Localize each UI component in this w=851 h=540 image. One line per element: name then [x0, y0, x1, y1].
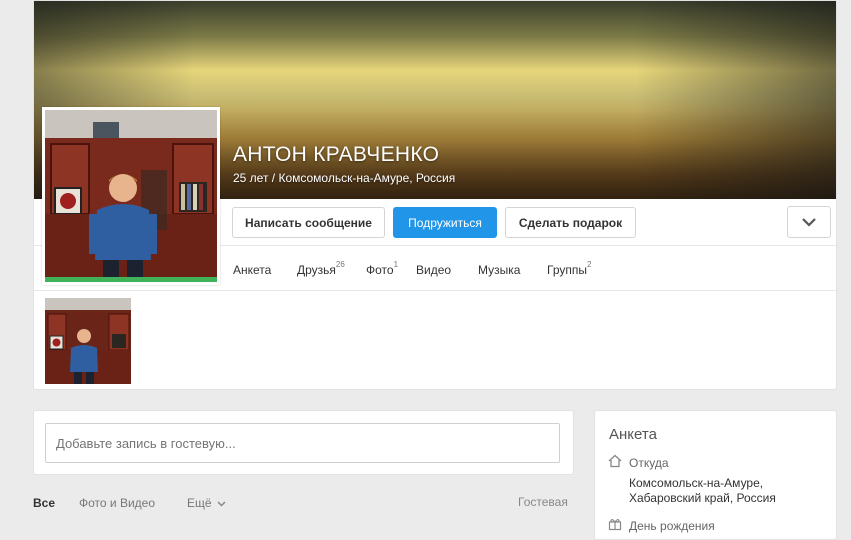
send-gift-button[interactable]: Сделать подарок [505, 207, 636, 238]
photos-count: 1 [393, 260, 399, 269]
chevron-down-icon [802, 218, 816, 227]
feed-tab-photo-video[interactable]: Фото и Видео [79, 496, 155, 510]
from-label: Откуда [629, 456, 669, 470]
guestbook-label[interactable]: Гостевая [518, 495, 568, 509]
birthday-label: День рождения [629, 519, 715, 533]
nav-item-friends[interactable]: Друзья26 [297, 260, 345, 277]
thumbnail-photo [45, 298, 131, 384]
home-icon [608, 454, 622, 468]
add-friend-button[interactable]: Подружиться [393, 207, 497, 238]
chevron-down-icon [217, 501, 226, 507]
feed-tab-all[interactable]: Все [33, 496, 55, 510]
profile-name: АНТОН КРАВЧЕНКО [233, 143, 440, 166]
nav-item-music[interactable]: Музыка [478, 263, 520, 277]
guestbook-post-card [33, 410, 574, 475]
about-title: Анкета [609, 426, 657, 443]
feed-tab-more[interactable]: Ещё [187, 496, 226, 510]
more-options-button[interactable] [787, 206, 831, 238]
friends-count: 26 [335, 260, 345, 269]
nav-item-groups[interactable]: Группы2 [547, 260, 592, 277]
profile-card: АНТОН КРАВЧЕНКО 25 лет / Комсомольск-на-… [33, 0, 837, 390]
nav-item-video[interactable]: Видео [416, 263, 451, 277]
nav-item-about[interactable]: Анкета [233, 263, 271, 277]
guestbook-post-input[interactable] [45, 423, 560, 463]
avatar-photo [45, 110, 217, 282]
about-card: Анкета Откуда Комсомольск-на-Амуре, Хаба… [594, 410, 837, 540]
profile-subtitle: 25 лет / Комсомольск-на-Амуре, Россия [233, 171, 456, 185]
nav-item-photos[interactable]: Фото1 [366, 260, 399, 277]
send-message-button[interactable]: Написать сообщение [232, 207, 385, 238]
from-value[interactable]: Комсомольск-на-Амуре, Хабаровский край, … [629, 476, 829, 506]
groups-count: 2 [586, 260, 592, 269]
gift-icon [608, 518, 622, 531]
divider [34, 290, 836, 291]
photo-thumbnail[interactable] [45, 298, 131, 384]
avatar[interactable] [42, 107, 220, 285]
